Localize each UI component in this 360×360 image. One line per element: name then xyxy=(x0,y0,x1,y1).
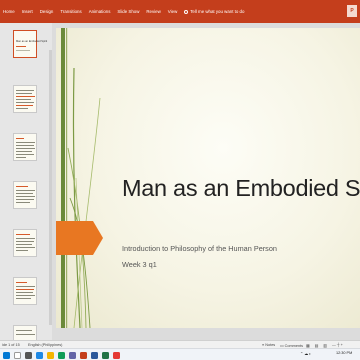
ribbon-tabs: Home Insert Design Transitions Animation… xyxy=(3,9,244,14)
slide-title[interactable]: Man as an Embodied Spirit xyxy=(122,175,360,202)
task-view-icon[interactable] xyxy=(25,352,32,359)
tab-animations[interactable]: Animations xyxy=(89,9,111,14)
slide-thumbnail-pane: Man as an Embodied Spirit xyxy=(0,23,52,340)
tab-transitions[interactable]: Transitions xyxy=(60,9,81,14)
comments-button[interactable]: ▭ Comments xyxy=(280,343,303,348)
tab-slide-show[interactable]: Slide Show xyxy=(117,9,139,14)
status-bar: ide 1 of 15 English (Philippines) ≡ Note… xyxy=(0,340,360,348)
notes-icon: ≡ xyxy=(262,342,265,347)
orange-arrow-shape xyxy=(56,221,103,255)
stem-line xyxy=(69,197,91,328)
zoom-slider[interactable]: — ┼ + xyxy=(332,343,343,347)
lightbulb-icon xyxy=(184,9,189,14)
tab-view[interactable]: View xyxy=(168,9,177,14)
ribbon: Home Insert Design Transitions Animation… xyxy=(0,0,360,23)
comments-label: Comments xyxy=(284,343,304,348)
excel-icon[interactable] xyxy=(102,352,109,359)
search-icon[interactable] xyxy=(14,352,21,359)
slide[interactable]: Man as an Embodied Spirit Introduction t… xyxy=(56,28,360,328)
powerpoint-icon[interactable] xyxy=(80,352,87,359)
start-icon[interactable] xyxy=(3,352,10,359)
app-icon[interactable] xyxy=(113,352,120,359)
edge-icon[interactable] xyxy=(36,352,43,359)
tab-review[interactable]: Review xyxy=(146,9,160,14)
tray-icons[interactable]: ⌃ ☁ ◐ xyxy=(300,351,311,356)
chrome-icon[interactable] xyxy=(58,352,65,359)
teams-icon[interactable] xyxy=(69,352,76,359)
green-stripe-thin xyxy=(66,28,68,328)
notes-label: Notes xyxy=(265,342,276,347)
clock[interactable]: 12:30 PM xyxy=(336,351,352,355)
notes-button[interactable]: ≡ Notes xyxy=(262,343,275,347)
tell-me-label: Tell me what you want to do xyxy=(190,9,245,14)
thumbnail-heading: Man as an Embodied Spirit xyxy=(16,40,48,43)
slide-counter: ide 1 of 15 xyxy=(2,342,20,347)
file-explorer-icon[interactable] xyxy=(47,352,54,359)
tell-me-search[interactable]: Tell me what you want to do xyxy=(184,9,244,14)
word-icon[interactable] xyxy=(91,352,98,359)
tab-design[interactable]: Design xyxy=(40,9,54,14)
tab-insert[interactable]: Insert xyxy=(22,9,33,14)
language-indicator[interactable]: English (Philippines) xyxy=(28,343,62,347)
slide-subtitle-line2[interactable]: Week 3 q1 xyxy=(122,260,157,269)
comment-icon: ▭ xyxy=(280,343,284,348)
view-buttons[interactable]: ▦ ▤ ▥ xyxy=(306,343,329,348)
account-avatar[interactable]: P xyxy=(347,5,357,17)
tab-home[interactable]: Home xyxy=(3,9,15,14)
taskbar: ⌃ ☁ ◐ 12:30 PM xyxy=(0,348,360,360)
green-stripe xyxy=(61,28,65,328)
slide-subtitle-line1[interactable]: Introduction to Philosophy of the Human … xyxy=(122,244,277,253)
